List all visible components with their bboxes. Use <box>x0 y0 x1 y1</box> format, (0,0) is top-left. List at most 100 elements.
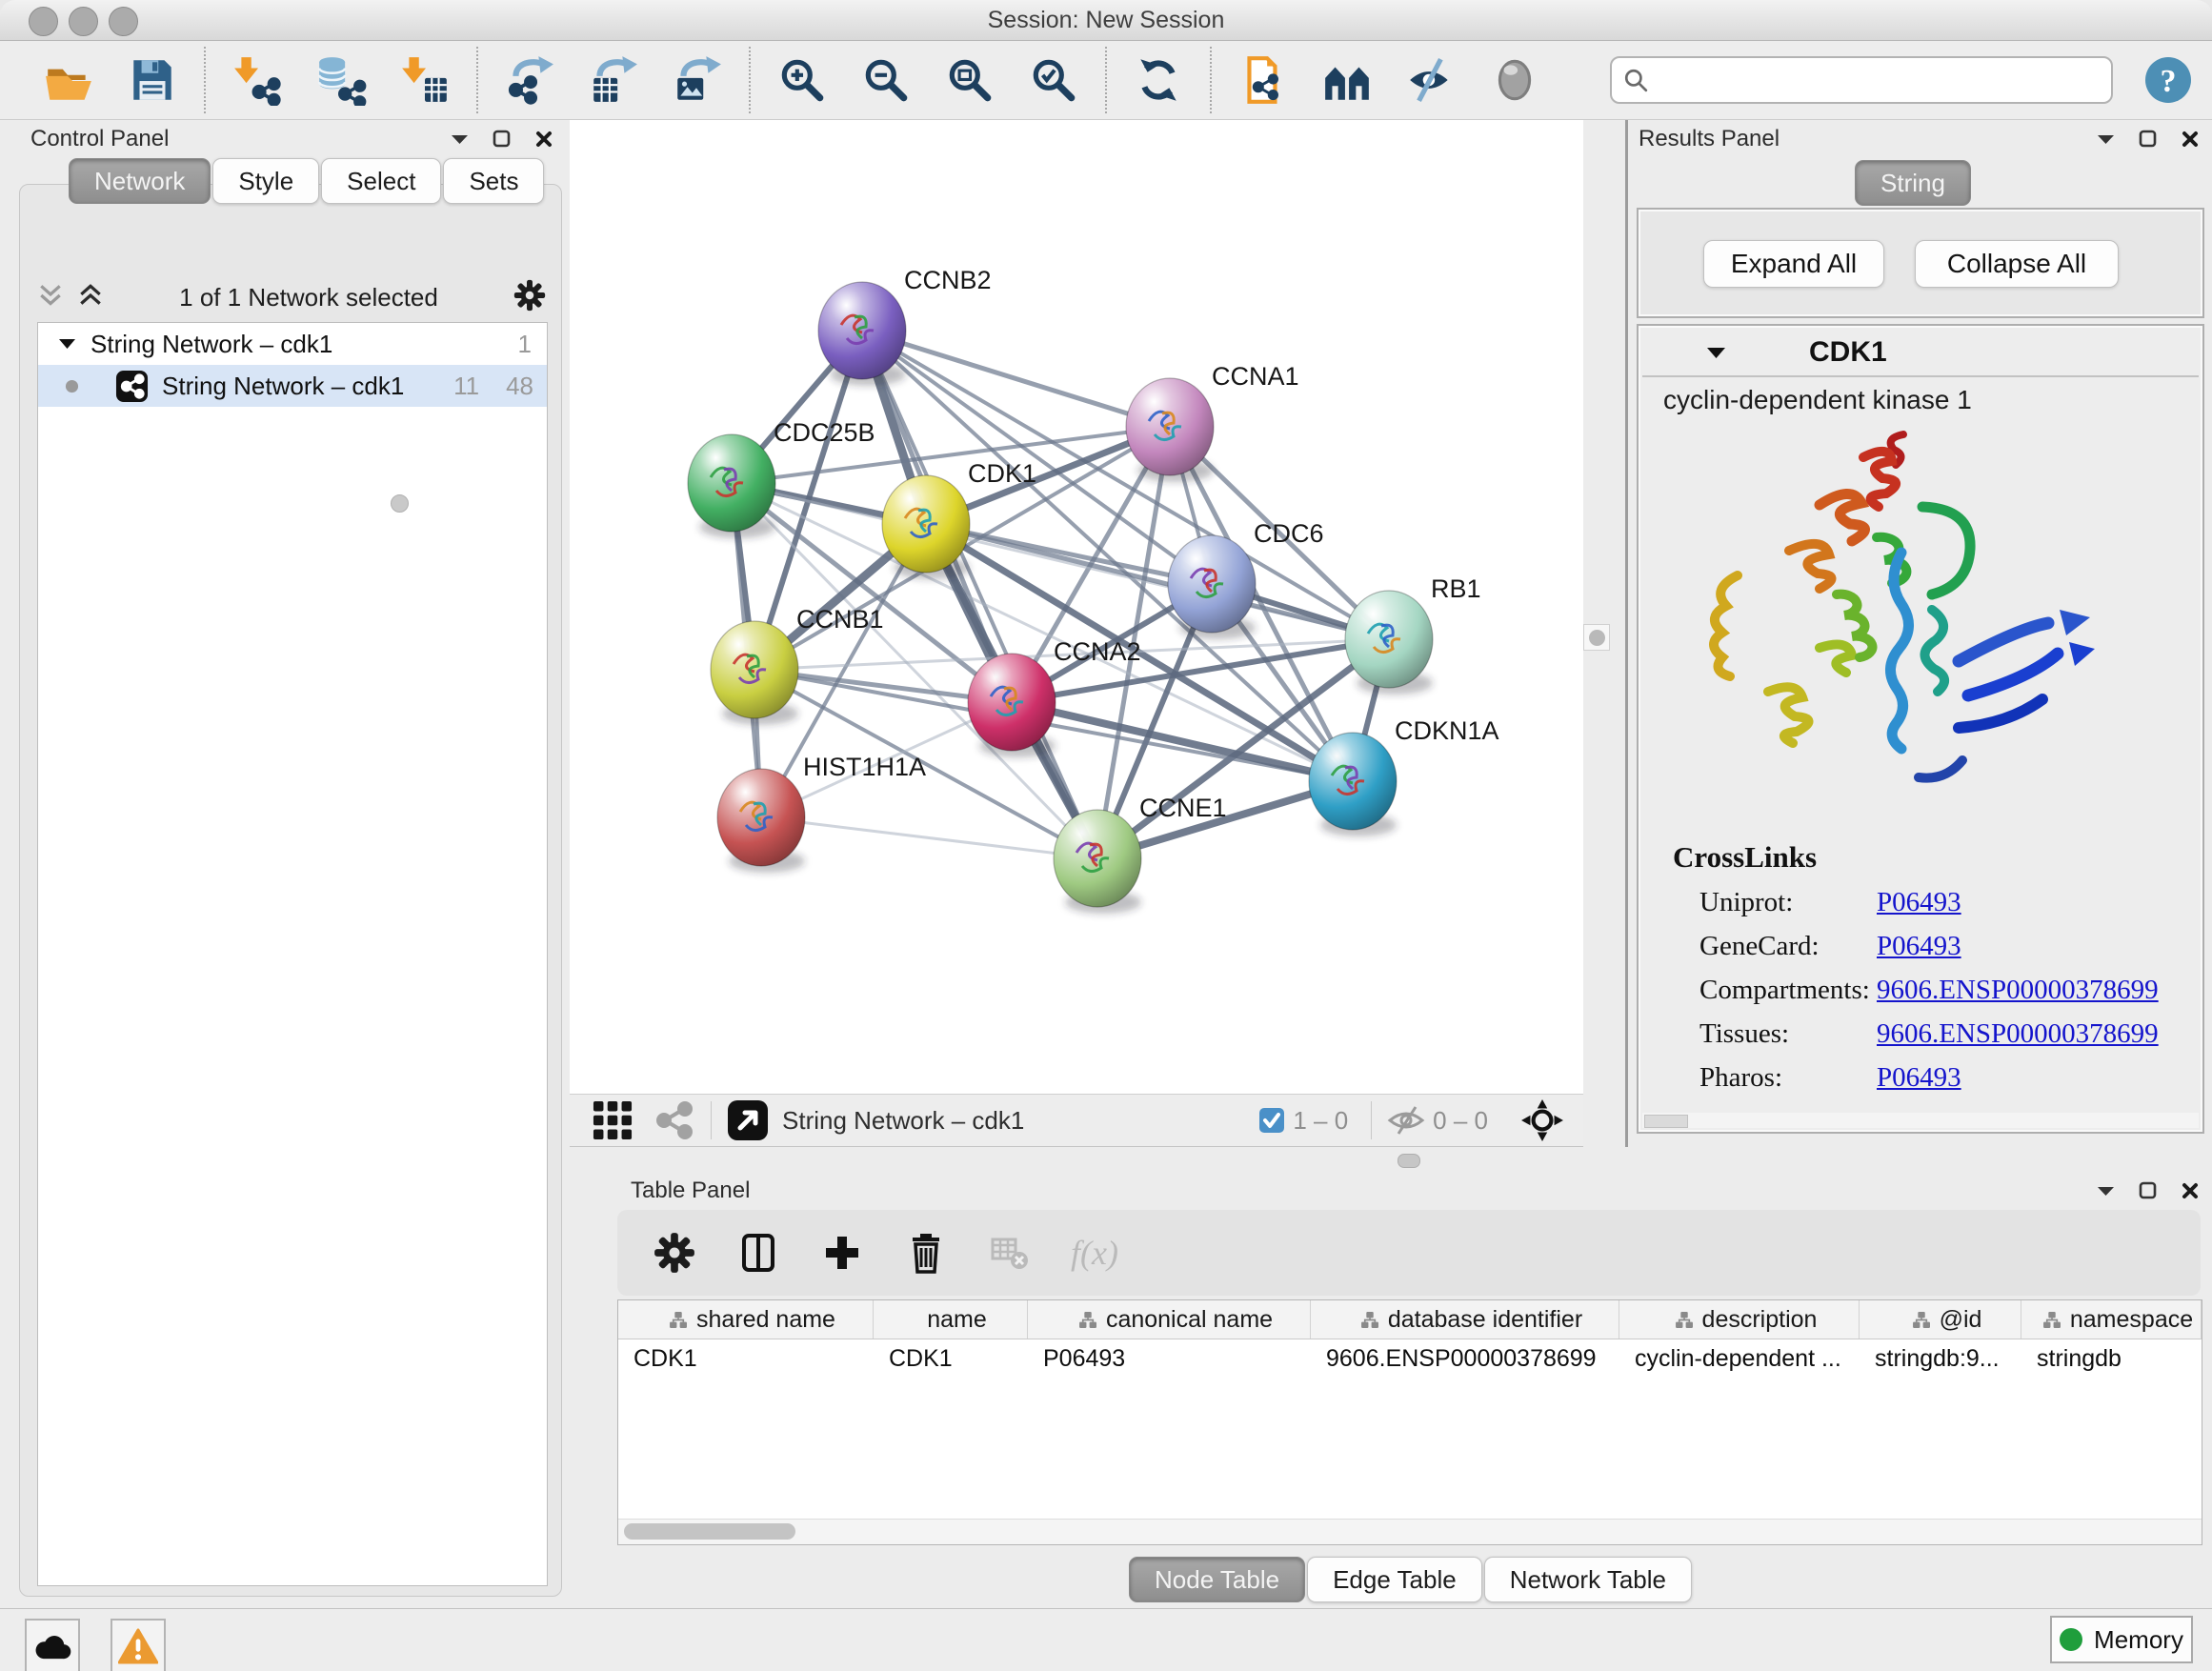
table-tabs: Node TableEdge TableNetwork Table <box>1129 1557 1692 1602</box>
zoom-out-icon[interactable] <box>859 53 913 107</box>
table-cell[interactable]: stringdb:9... <box>1860 1339 2021 1378</box>
open-view-in-window-icon[interactable] <box>727 1099 769 1141</box>
close-panel-icon[interactable] <box>2182 131 2199 152</box>
export-web-icon[interactable] <box>1237 53 1290 107</box>
control-panel-tabs: NetworkStyleSelectSets <box>69 158 544 204</box>
panel-splitter-handle[interactable] <box>391 494 409 513</box>
tab-network-table[interactable]: Network Table <box>1484 1557 1692 1602</box>
float-panel-icon[interactable] <box>493 130 511 152</box>
float-panel-icon[interactable] <box>2139 130 2157 152</box>
crosslink-link[interactable]: 9606.ENSP00000378699 <box>1877 975 2159 1006</box>
zoom-fit-icon[interactable] <box>943 53 996 107</box>
help-icon[interactable]: ? <box>2142 53 2195 107</box>
collapse-all-networks-icon[interactable] <box>77 282 104 313</box>
network-view[interactable]: CCNB2CCNA1CDC25BCDK1CDC6RB1CCNB1CCNA2CDK… <box>570 120 1583 1094</box>
column-header-database-identifier[interactable]: database identifier <box>1311 1300 1619 1339</box>
import-database-icon[interactable] <box>314 53 368 107</box>
collection-expander-icon[interactable] <box>59 338 75 350</box>
export-image-icon[interactable] <box>671 53 724 107</box>
scrollbar-thumb[interactable] <box>624 1523 795 1540</box>
network-row[interactable]: String Network – cdk1 11 48 <box>38 365 547 407</box>
panel-menu-icon[interactable] <box>452 132 468 150</box>
vertical-splitter[interactable] <box>1583 120 1628 1168</box>
close-panel-icon[interactable] <box>2182 1182 2199 1204</box>
collapse-all-button[interactable]: Collapse All <box>1915 240 2119 288</box>
table-cell[interactable]: 9606.ENSP00000378699 <box>1311 1339 1619 1378</box>
status-bar: Memory <box>0 1608 2212 1671</box>
column-header-namespace[interactable]: namespace <box>2021 1300 2202 1339</box>
cloud-status-icon[interactable] <box>25 1619 80 1671</box>
crosslink-row: Compartments:9606.ENSP00000378699 <box>1699 968 2183 1012</box>
network-graph[interactable]: CCNB2CCNA1CDC25BCDK1CDC6RB1CCNB1CCNA2CDK… <box>570 120 1583 1094</box>
table-cell[interactable]: CDK1 <box>874 1339 1028 1378</box>
crosslink-link[interactable]: 9606.ENSP00000378699 <box>1877 1018 2159 1050</box>
export-table-icon[interactable] <box>587 53 640 107</box>
panel-menu-icon[interactable] <box>2098 132 2114 150</box>
collapse-section-icon[interactable] <box>1707 347 1725 359</box>
birdseye-icon[interactable] <box>1320 53 1374 107</box>
svg-text:HIST1H1A: HIST1H1A <box>803 753 926 781</box>
protein-structure-image <box>1677 423 2096 837</box>
svg-text:RB1: RB1 <box>1431 574 1481 603</box>
show-grid-icon[interactable] <box>593 1100 633 1140</box>
show-columns-icon[interactable] <box>735 1230 781 1276</box>
import-table-icon[interactable] <box>398 53 452 107</box>
hide-graphics-icon[interactable] <box>1404 53 1458 107</box>
float-panel-icon[interactable] <box>2139 1181 2157 1204</box>
expand-all-networks-icon[interactable] <box>37 282 64 313</box>
table-cell[interactable]: CDK1 <box>618 1339 874 1378</box>
warning-status-icon[interactable] <box>111 1619 166 1671</box>
tab-string[interactable]: String <box>1855 160 1971 206</box>
splitter-handle[interactable] <box>1583 624 1610 651</box>
show-graphics-icon[interactable] <box>1488 53 1541 107</box>
search-input[interactable] <box>1656 66 2100 94</box>
column-header-description[interactable]: description <box>1619 1300 1860 1339</box>
tab-style[interactable]: Style <box>212 158 319 204</box>
svg-text:CCNB2: CCNB2 <box>904 266 992 294</box>
table-horizontal-scrollbar[interactable] <box>618 1519 2202 1544</box>
add-column-icon[interactable] <box>819 1230 865 1276</box>
results-scrollbar[interactable] <box>1642 1113 2199 1128</box>
tab-node-table[interactable]: Node Table <box>1129 1557 1305 1602</box>
network-collection-row[interactable]: String Network – cdk1 1 <box>38 323 547 365</box>
table-row[interactable]: CDK1CDK1P064939606.ENSP00000378699cyclin… <box>618 1339 2202 1378</box>
delete-column-icon[interactable] <box>903 1230 949 1276</box>
gene-header-row[interactable]: CDK1 <box>1642 330 2199 377</box>
node-table[interactable]: shared namenamecanonical namedatabase id… <box>617 1299 2202 1545</box>
selected-checkbox-icon[interactable] <box>1258 1107 1285 1134</box>
column-header-shared-name[interactable]: shared name <box>618 1300 874 1339</box>
table-settings-icon[interactable] <box>652 1230 697 1276</box>
export-network-icon[interactable] <box>503 53 556 107</box>
crosslink-label: Pharos: <box>1699 1062 1877 1094</box>
tab-edge-table[interactable]: Edge Table <box>1307 1557 1482 1602</box>
column-header--id[interactable]: @id <box>1860 1300 2021 1339</box>
network-overview-icon[interactable] <box>654 1099 695 1141</box>
memory-button[interactable]: Memory <box>2050 1616 2193 1663</box>
tab-sets[interactable]: Sets <box>443 158 544 204</box>
zoom-in-icon[interactable] <box>775 53 829 107</box>
close-panel-icon[interactable] <box>535 131 553 152</box>
network-options-gear-icon[interactable] <box>513 279 546 316</box>
collection-label: String Network – cdk1 <box>90 330 332 359</box>
open-session-icon[interactable] <box>42 53 95 107</box>
table-cell[interactable]: cyclin-dependent ... <box>1619 1339 1860 1378</box>
crosslink-link[interactable]: P06493 <box>1877 931 1961 962</box>
column-header-name[interactable]: name <box>874 1300 1028 1339</box>
zoom-selected-icon[interactable] <box>1027 53 1080 107</box>
table-cell[interactable]: P06493 <box>1028 1339 1311 1378</box>
tab-select[interactable]: Select <box>321 158 441 204</box>
application-window: Session: New Session ? Control Panel Net… <box>0 0 2212 1671</box>
tab-network[interactable]: Network <box>69 158 211 204</box>
gene-description: cyclin-dependent kinase 1 <box>1663 385 1972 415</box>
column-header-canonical-name[interactable]: canonical name <box>1028 1300 1311 1339</box>
crosslink-link[interactable]: P06493 <box>1877 887 1961 918</box>
crosslink-link[interactable]: P06493 <box>1877 1062 1961 1094</box>
apply-layout-icon[interactable] <box>1132 53 1185 107</box>
import-network-icon[interactable] <box>231 53 284 107</box>
table-cell[interactable]: stringdb <box>2021 1339 2202 1378</box>
center-view-icon[interactable] <box>1520 1098 1564 1142</box>
save-session-icon[interactable] <box>126 53 179 107</box>
svg-text:CCNE1: CCNE1 <box>1139 794 1227 822</box>
panel-menu-icon[interactable] <box>2098 1184 2114 1201</box>
expand-all-button[interactable]: Expand All <box>1703 240 1884 288</box>
